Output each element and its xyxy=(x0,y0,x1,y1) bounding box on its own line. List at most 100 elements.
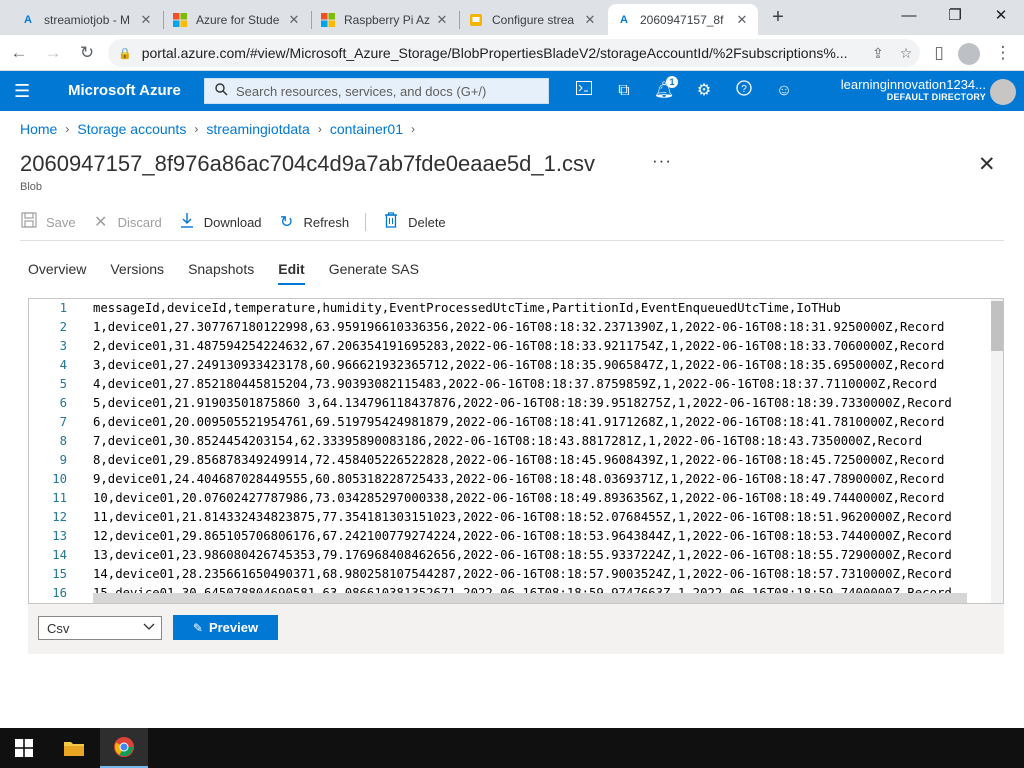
code-line[interactable]: 1,device01,27.307767180122998,63.9591966… xyxy=(93,318,989,337)
code-line[interactable]: 7,device01,30.8524454203154,62.333958900… xyxy=(93,432,989,451)
code-line[interactable]: 8,device01,29.856878349249914,72.4584052… xyxy=(93,451,989,470)
breadcrumb-storage-account[interactable]: streamingiotdata xyxy=(206,121,310,137)
side-panel-icon[interactable]: ▯ xyxy=(926,40,952,66)
save-label: Save xyxy=(46,214,76,230)
chevron-right-icon: › xyxy=(194,122,199,136)
more-options-icon[interactable]: ··· xyxy=(652,151,672,171)
chrome-icon[interactable] xyxy=(100,728,148,768)
breadcrumb-storage-accounts[interactable]: Storage accounts xyxy=(77,121,186,137)
preview-button[interactable]: ✎ Preview xyxy=(173,615,278,640)
refresh-button[interactable]: ↻ Refresh xyxy=(278,212,349,232)
tab-edit[interactable]: Edit xyxy=(278,261,305,285)
feedback-icon[interactable]: ☺ xyxy=(773,80,795,102)
cloud-shell-icon[interactable] xyxy=(573,80,595,102)
save-button[interactable]: Save xyxy=(20,211,76,233)
code-line[interactable]: 12,device01,29.865105706806176,67.242100… xyxy=(93,527,989,546)
directory-filter-icon[interactable]: ⧉ xyxy=(613,80,635,102)
editor-content[interactable]: messageId,deviceId,temperature,humidity,… xyxy=(93,299,989,603)
download-button[interactable]: Download xyxy=(178,212,262,233)
line-number: 13 xyxy=(52,529,67,543)
breadcrumb-container[interactable]: container01 xyxy=(330,121,403,137)
chevron-right-icon: › xyxy=(65,122,70,136)
line-number: 3 xyxy=(59,339,67,353)
blob-editor[interactable]: 1 2 3 4 5 6 7 8 9 10 11 12 13 14 15 16 messageId,device… xyxy=(28,298,1004,604)
settings-gear-icon[interactable]: ⚙ xyxy=(693,80,715,102)
close-tab-icon[interactable]: ✕ xyxy=(138,12,154,28)
discard-label: Discard xyxy=(117,214,162,230)
code-line[interactable]: 11,device01,21.814332434823875,77.354181… xyxy=(93,508,989,527)
line-number: 4 xyxy=(59,358,67,372)
chevron-right-icon: › xyxy=(411,122,416,136)
browser-tab-active[interactable]: A 2060947157_8f ✕ xyxy=(608,4,758,35)
browser-tab[interactable]: Azure for Stude ✕ xyxy=(164,4,310,35)
windows-start-icon[interactable] xyxy=(0,728,48,768)
azure-favicon-icon: A xyxy=(24,13,32,26)
line-number: 6 xyxy=(59,396,67,410)
reload-icon[interactable]: ↻ xyxy=(74,40,100,66)
code-line[interactable]: 13,device01,23.986080426745353,79.176968… xyxy=(93,546,989,565)
line-number: 8 xyxy=(59,434,67,448)
google-docs-favicon-icon xyxy=(468,12,484,28)
address-bar[interactable]: 🔒 portal.azure.com/#view/Microsoft_Azure… xyxy=(108,39,920,67)
close-tab-icon[interactable]: ✕ xyxy=(286,12,302,28)
chevron-down-icon xyxy=(137,622,161,634)
close-window-icon[interactable]: ✕ xyxy=(978,0,1024,30)
refresh-icon: ↻ xyxy=(279,214,294,231)
back-arrow-icon[interactable]: ← xyxy=(6,40,32,66)
azure-favicon-icon: A xyxy=(620,13,628,26)
code-line[interactable]: 2,device01,31.487594254224632,67.2063541… xyxy=(93,337,989,356)
line-number: 1 xyxy=(59,301,67,315)
tab-overview[interactable]: Overview xyxy=(28,261,86,285)
help-icon[interactable]: ? xyxy=(733,80,755,102)
notification-badge: 1 xyxy=(666,76,678,88)
restore-window-icon[interactable]: ❐ xyxy=(932,0,978,30)
close-tab-icon[interactable]: ✕ xyxy=(434,12,450,28)
browser-tab[interactable]: A streamiotjob - M ✕ xyxy=(12,4,162,35)
format-select[interactable]: Csv xyxy=(38,616,162,640)
profile-avatar[interactable] xyxy=(958,43,980,65)
tab-snapshots[interactable]: Snapshots xyxy=(188,261,254,285)
chevron-right-icon: › xyxy=(317,122,322,136)
code-line[interactable]: 3,device01,27.249130933423178,60.9666219… xyxy=(93,356,989,375)
breadcrumb: Home › Storage accounts › streamingiotda… xyxy=(20,121,423,137)
account-info[interactable]: learninginnovation1234... DEFAULT DIRECT… xyxy=(824,77,986,102)
browser-tab[interactable]: Configure strea ✕ xyxy=(460,4,606,35)
share-icon[interactable]: ⇪ xyxy=(864,45,892,62)
close-blade-icon[interactable]: ✕ xyxy=(978,152,996,177)
code-line[interactable]: 6,device01,20.009505521954761,69.5197954… xyxy=(93,413,989,432)
browser-menu-icon[interactable]: ⋮ xyxy=(990,40,1016,66)
tab-generate-sas[interactable]: Generate SAS xyxy=(329,261,419,285)
breadcrumb-home[interactable]: Home xyxy=(20,121,57,137)
tab-versions[interactable]: Versions xyxy=(110,261,164,285)
new-tab-button[interactable]: + xyxy=(766,6,790,30)
code-line[interactable]: 9,device01,24.404687028449555,60.8053182… xyxy=(93,470,989,489)
close-tab-icon[interactable]: ✕ xyxy=(582,12,598,28)
line-number: 2 xyxy=(59,320,67,334)
code-line[interactable]: 14,device01,28.235661650490371,68.980258… xyxy=(93,565,989,584)
line-number: 14 xyxy=(52,548,67,562)
close-tab-icon[interactable]: ✕ xyxy=(734,12,750,28)
microsoft-favicon-icon xyxy=(172,12,188,28)
azure-brand[interactable]: Microsoft Azure xyxy=(68,82,181,99)
browser-tab[interactable]: Raspberry Pi Az ✕ xyxy=(312,4,458,35)
hamburger-menu-icon[interactable]: ☰ xyxy=(14,81,30,102)
code-line[interactable]: 5,device01,21.91903501875860 3,64.134796… xyxy=(93,394,989,413)
bookmark-star-icon[interactable]: ☆ xyxy=(892,45,920,62)
code-line[interactable]: messageId,deviceId,temperature,humidity,… xyxy=(93,299,989,318)
vertical-scrollbar-thumb[interactable] xyxy=(991,301,1003,351)
line-number: 7 xyxy=(59,415,67,429)
horizontal-scrollbar-thumb[interactable] xyxy=(93,593,967,603)
editor-footer: Csv ✎ Preview xyxy=(28,604,1004,654)
global-search[interactable] xyxy=(204,78,549,104)
code-line[interactable]: 4,device01,27.852180445815204,73.9039308… xyxy=(93,375,989,394)
user-avatar[interactable] xyxy=(990,79,1016,105)
search-input[interactable] xyxy=(236,83,548,99)
forward-arrow-icon[interactable]: → xyxy=(40,40,66,66)
minimize-window-icon[interactable]: — xyxy=(886,0,932,30)
discard-button[interactable]: ✕ Discard xyxy=(92,212,162,232)
toolbar-divider xyxy=(365,213,367,231)
command-bar: Save ✕ Discard Download ↻ Refresh Delete xyxy=(20,208,462,236)
file-explorer-icon[interactable] xyxy=(50,728,98,768)
code-line[interactable]: 10,device01,20.07602427787986,73.0342852… xyxy=(93,489,989,508)
delete-button[interactable]: Delete xyxy=(382,211,446,233)
